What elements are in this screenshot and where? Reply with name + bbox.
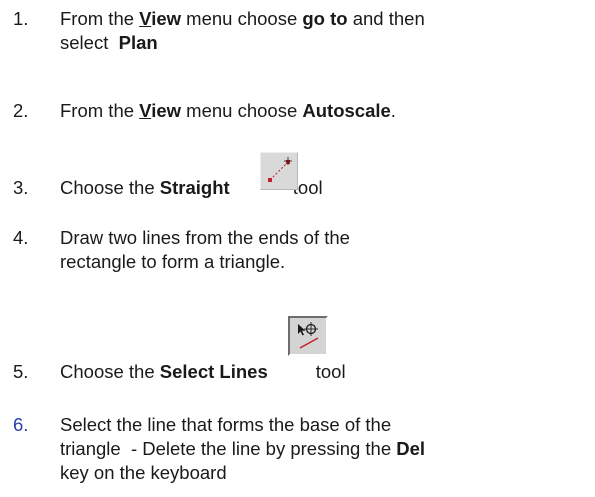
view-menu-accelerator: V [139,8,152,29]
step-text: From the View menu choose Autoscale. [60,100,396,121]
plan-command: Plan [118,32,158,53]
step-number: 5. [13,361,29,382]
del-key-name: Del [396,438,426,459]
step-text: Choose the Select Lines tool [60,361,346,382]
view-menu-name: iew [151,100,182,121]
step-number: 6. [13,414,29,435]
step-text: Select the line that forms the base of t… [60,414,426,483]
step-number: 3. [13,177,29,198]
autoscale-command: Autoscale [302,100,391,121]
step-number: 2. [13,100,29,121]
view-menu-accelerator: V [139,100,152,121]
step-number: 4. [13,227,29,248]
step-text: From the View menu choose go to and then… [60,8,425,53]
straight-tool-name: Straight [159,177,230,198]
step-text: Draw two lines from the ends of the rect… [60,227,350,272]
select-lines-tool-icon [288,316,328,356]
step-text: Choose the Straight tool [60,177,323,198]
go-to-command: go to [302,8,348,29]
select-lines-tool-name: Select Lines [159,361,268,382]
view-menu-name: iew [151,8,182,29]
straight-line-tool-icon [260,152,298,190]
step-number: 1. [13,8,29,29]
